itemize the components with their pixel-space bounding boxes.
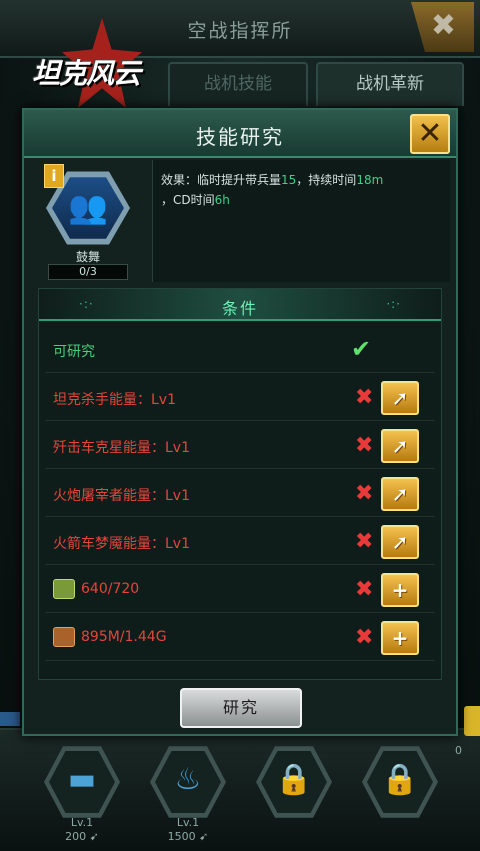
cross-icon: ✖	[355, 433, 374, 458]
goto-button[interactable]: ➚	[381, 477, 419, 511]
resource-amount: 640/720	[81, 581, 140, 597]
dialog-close-button[interactable]: ✕	[410, 114, 450, 154]
cross-icon: ✖	[355, 481, 374, 506]
conditions-header: ·:· 条件 ·:·	[39, 289, 441, 321]
goto-button[interactable]: ➚	[381, 429, 419, 463]
dialog-title: 技能研究	[196, 125, 284, 149]
skill-research-dialog: 技能研究 ✕ 👥 i 鼓舞 0/3 效果：临时提升带兵量15，持续时间18m ，C…	[22, 108, 458, 736]
unit-cost: 200 ➹	[65, 830, 99, 843]
condition-label: 歼击车克星能量：Lv1	[53, 440, 190, 456]
decor-dots-icon: ·:·	[386, 297, 401, 311]
info-button[interactable]: i	[44, 164, 64, 188]
cross-icon: ✖	[355, 385, 374, 410]
plus-icon: +	[391, 626, 409, 650]
condition-row: 坦克杀手能量：Lv1 ✖ ➚	[45, 375, 435, 421]
tab-fighter-innovation[interactable]: 战机革新	[316, 62, 464, 106]
condition-row: 歼击车克星能量：Lv1 ✖ ➚	[45, 423, 435, 469]
unit-slot-tank[interactable]: ▬	[44, 744, 120, 820]
goto-button[interactable]: ➚	[381, 525, 419, 559]
effect-description: 效果：临时提升带兵量15，持续时间18m ，CD时间6h	[152, 160, 450, 282]
condition-row: 火箭车梦魇能量：Lv1 ✖ ➚	[45, 519, 435, 565]
add-resource-button[interactable]: +	[381, 573, 419, 607]
cross-icon: ✖	[355, 529, 374, 554]
research-button[interactable]: 研究	[180, 688, 302, 728]
effect-cd: 6h	[214, 193, 230, 207]
resource-row: 895M/1.44G ✖ +	[45, 615, 435, 661]
skill-name: 鼓舞	[75, 250, 100, 264]
info-icon: i	[51, 167, 57, 185]
resource-amount: 895M/1.44G	[81, 629, 167, 645]
conditions-panel: ·:· 条件 ·:· 可研究 ✔ 坦克杀手能量：Lv1 ✖ ➚ 歼击车克星能量：…	[38, 288, 442, 680]
add-resource-button[interactable]: +	[381, 621, 419, 655]
left-edge-badge	[0, 712, 20, 726]
plus-icon: +	[391, 578, 409, 602]
people-icon: 👥	[68, 188, 108, 226]
condition-label: 火炮屠宰者能量：Lv1	[53, 488, 190, 504]
unit-slot-locked[interactable]: 🔒	[362, 744, 438, 820]
goto-button[interactable]: ➚	[381, 381, 419, 415]
condition-label: 可研究	[53, 344, 95, 360]
close-icon: ✕	[417, 116, 443, 151]
close-icon: ✖	[430, 8, 456, 43]
arrow-icon: ➚	[391, 434, 409, 458]
lock-icon: 🔒	[275, 762, 313, 797]
dialog-header: 技能研究 ✕	[24, 110, 456, 158]
effect-duration: 18m	[356, 173, 384, 187]
skill-level-count: 0/3	[48, 264, 128, 280]
arrow-icon: ➚	[391, 482, 409, 506]
effect-mid: ，持续时间	[296, 173, 357, 187]
tab-fighter-skills[interactable]: 战机技能	[168, 62, 308, 106]
arrow-icon: ➚	[391, 386, 409, 410]
side-edge-badge[interactable]	[464, 706, 480, 736]
unit-slot-beast[interactable]: ♨	[150, 744, 226, 820]
dice-icon	[53, 579, 75, 599]
effect-cd-prefix: ，CD时间	[161, 193, 215, 207]
unit-level: Lv.1	[176, 816, 200, 829]
effect-prefix: 效果：临时提升带兵量	[161, 173, 282, 187]
condition-label: 坦克杀手能量：Lv1	[53, 392, 176, 408]
conditions-title: 条件	[221, 299, 258, 318]
condition-row: 火炮屠宰者能量：Lv1 ✖ ➚	[45, 471, 435, 517]
side-counter: 0	[455, 744, 462, 757]
condition-label: 火箭车梦魇能量：Lv1	[53, 536, 190, 552]
beast-icon: ♨	[174, 762, 202, 797]
tank-icon: ▬	[67, 762, 97, 797]
fuel-icon	[53, 627, 75, 647]
check-icon: ✔	[351, 335, 372, 363]
resource-row: 640/720 ✖ +	[45, 567, 435, 613]
condition-row-researchable: 可研究 ✔	[45, 327, 435, 373]
lock-icon: 🔒	[381, 762, 419, 797]
research-button-label: 研究	[222, 698, 259, 717]
unit-level: Lv.1	[70, 816, 94, 829]
unit-slot-locked[interactable]: 🔒	[256, 744, 332, 820]
game-logo: 坦克风云	[22, 18, 182, 118]
arrow-icon: ➚	[391, 530, 409, 554]
logo-text: 坦克风云	[32, 57, 141, 90]
cross-icon: ✖	[355, 577, 374, 602]
cross-icon: ✖	[355, 625, 374, 650]
effect-troops: 15	[281, 173, 297, 187]
unit-cost: 1500 ➹	[167, 830, 209, 843]
